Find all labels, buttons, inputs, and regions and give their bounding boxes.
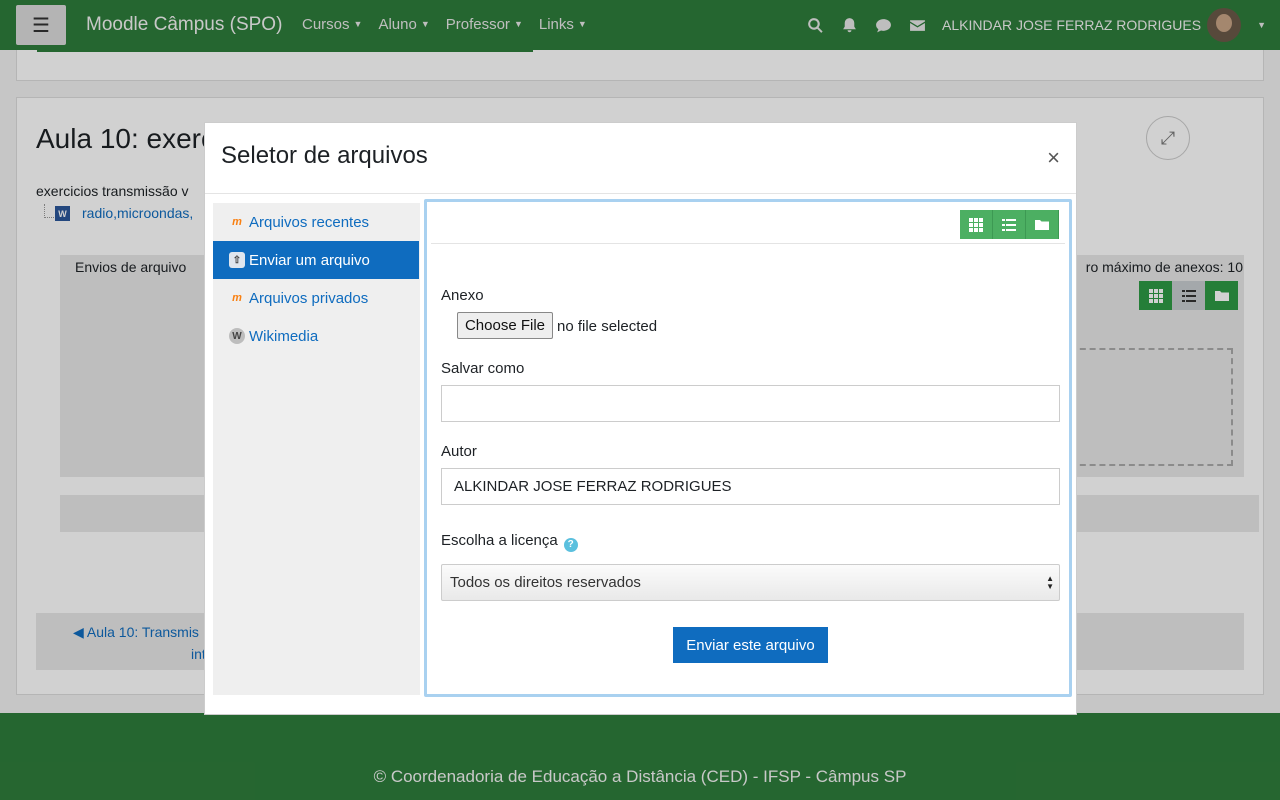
- dialog-header-divider: [205, 193, 1076, 194]
- grid-view-button[interactable]: [960, 210, 993, 239]
- choose-file-button[interactable]: Choose File: [457, 312, 553, 339]
- folder-view-icon: [1035, 219, 1049, 230]
- repo-item-recent-files[interactable]: m Arquivos recentes: [213, 203, 419, 241]
- upload-file-button[interactable]: Enviar este arquivo: [673, 627, 828, 663]
- selected-file-status: no file selected: [557, 318, 658, 335]
- save-as-input[interactable]: [441, 385, 1060, 422]
- repo-item-label: Arquivos recentes: [249, 213, 370, 231]
- repo-item-label: Arquivos privados: [249, 289, 369, 307]
- wikimedia-icon: W: [229, 328, 245, 344]
- grid-view-icon: [969, 217, 983, 232]
- license-label: Escolha a licença: [441, 532, 558, 549]
- upload-panel: Anexo Choose File no file selected Salva…: [424, 199, 1072, 697]
- close-button[interactable]: ×: [1047, 147, 1060, 169]
- repo-item-wikimedia[interactable]: W Wikimedia: [213, 317, 419, 355]
- license-selected-value: Todos os direitos reservados: [450, 574, 641, 591]
- view-mode-buttons: [960, 210, 1059, 239]
- repo-item-label: Enviar um arquivo: [249, 251, 370, 269]
- save-as-label: Salvar como: [441, 360, 525, 377]
- repo-item-private-files[interactable]: m Arquivos privados: [213, 279, 419, 317]
- close-icon: ×: [1047, 145, 1060, 170]
- file-picker-dialog: Seletor de arquivos × m Arquivos recente…: [204, 122, 1077, 715]
- author-input[interactable]: ALKINDAR JOSE FERRAZ RODRIGUES: [441, 468, 1060, 505]
- select-arrows-icon: ▲ ▼: [1046, 574, 1054, 591]
- list-view-button[interactable]: [993, 210, 1026, 239]
- file-picker-toolbar: [431, 206, 1065, 244]
- upload-icon: ⇧: [229, 252, 245, 268]
- list-view-icon: [1002, 218, 1016, 231]
- moodle-icon: m: [232, 216, 242, 228]
- repo-item-label: Wikimedia: [249, 327, 319, 345]
- license-select[interactable]: Todos os direitos reservados ▲ ▼: [441, 564, 1060, 601]
- moodle-icon: m: [232, 292, 242, 304]
- folder-view-button[interactable]: [1026, 210, 1059, 239]
- dialog-title: Seletor de arquivos: [221, 142, 428, 169]
- license-label-row: Escolha a licença?: [441, 532, 578, 552]
- repo-item-upload-file[interactable]: ⇧ Enviar um arquivo: [213, 241, 419, 279]
- author-label: Autor: [441, 443, 477, 460]
- repository-list: m Arquivos recentes ⇧ Enviar um arquivo …: [213, 203, 420, 695]
- help-icon[interactable]: ?: [563, 537, 578, 552]
- attachment-label: Anexo: [441, 287, 484, 304]
